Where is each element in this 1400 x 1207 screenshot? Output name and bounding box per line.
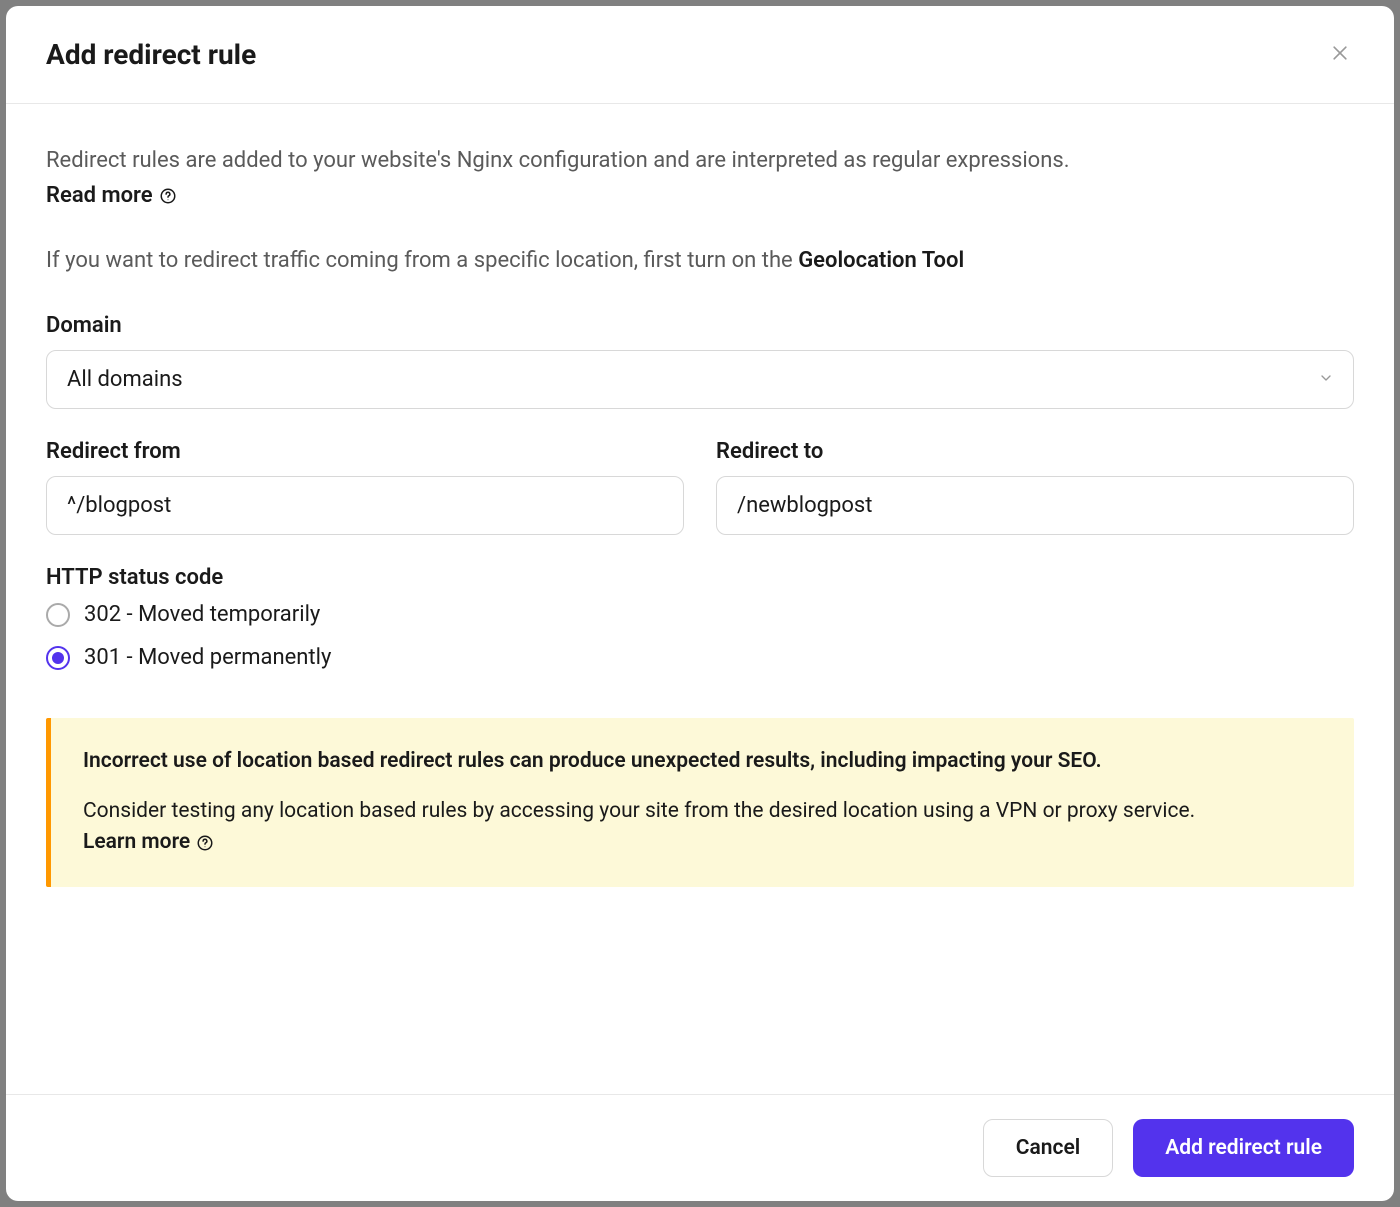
status-code-label: HTTP status code <box>46 565 1354 590</box>
geo-text-prefix: If you want to redirect traffic coming f… <box>46 248 798 273</box>
redirect-row: Redirect from Redirect to <box>46 439 1354 565</box>
help-icon <box>196 834 214 852</box>
warning-line2-text: Consider testing any location based rule… <box>83 799 1195 823</box>
add-redirect-rule-button[interactable]: Add redirect rule <box>1133 1119 1354 1177</box>
cancel-button[interactable]: Cancel <box>983 1119 1113 1177</box>
warning-line1: Incorrect use of location based redirect… <box>83 746 1322 778</box>
read-more-label: Read more <box>46 183 153 208</box>
radio-302-label: 302 - Moved temporarily <box>84 602 320 627</box>
status-code-radio-group: 302 - Moved temporarily 301 - Moved perm… <box>46 602 1354 670</box>
warning-box: Incorrect use of location based redirect… <box>46 718 1354 887</box>
geolocation-hint: If you want to redirect traffic coming f… <box>46 244 1354 277</box>
redirect-to-label: Redirect to <box>716 439 1354 464</box>
geolocation-tool-label: Geolocation Tool <box>798 248 964 273</box>
redirect-from-label: Redirect from <box>46 439 684 464</box>
modal-footer: Cancel Add redirect rule <box>6 1094 1394 1201</box>
help-icon <box>159 187 177 205</box>
close-button[interactable] <box>1326 39 1354 70</box>
learn-more-label: Learn more <box>83 827 190 859</box>
radio-301[interactable]: 301 - Moved permanently <box>46 645 1354 670</box>
read-more-link[interactable]: Read more <box>46 183 177 208</box>
domain-label: Domain <box>46 313 1354 338</box>
modal-header: Add redirect rule <box>6 6 1394 104</box>
domain-select[interactable] <box>46 350 1354 409</box>
learn-more-link[interactable]: Learn more <box>83 827 214 859</box>
radio-301-label: 301 - Moved permanently <box>84 645 331 670</box>
modal-title: Add redirect rule <box>46 38 256 71</box>
add-redirect-rule-modal: Add redirect rule Redirect rules are add… <box>6 6 1394 1201</box>
radio-302[interactable]: 302 - Moved temporarily <box>46 602 1354 627</box>
close-icon <box>1330 43 1350 66</box>
warning-line2: Consider testing any location based rule… <box>83 796 1322 859</box>
redirect-to-input[interactable] <box>716 476 1354 535</box>
domain-group: Domain <box>46 313 1354 409</box>
redirect-to-group: Redirect to <box>716 439 1354 535</box>
redirect-from-input[interactable] <box>46 476 684 535</box>
status-code-group: HTTP status code 302 - Moved temporarily… <box>46 565 1354 670</box>
radio-circle-icon <box>46 603 70 627</box>
modal-body: Redirect rules are added to your website… <box>6 104 1394 1094</box>
radio-circle-icon <box>46 646 70 670</box>
redirect-from-group: Redirect from <box>46 439 684 535</box>
intro-description: Redirect rules are added to your website… <box>46 144 1354 177</box>
domain-select-wrapper <box>46 350 1354 409</box>
